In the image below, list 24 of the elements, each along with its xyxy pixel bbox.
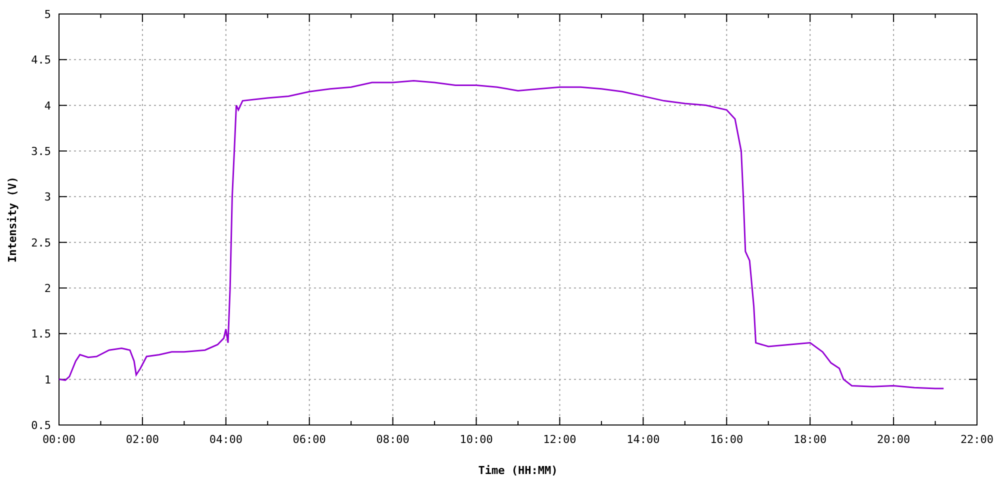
- y-axis-title: Intensity (V): [6, 176, 19, 263]
- x-tick-label: 12:00: [543, 433, 576, 446]
- x-tick-label: 06:00: [292, 433, 326, 446]
- y-tick-label: 5: [44, 8, 51, 21]
- x-tick-label: 16:00: [710, 433, 744, 446]
- x-tick-label: 22:00: [960, 433, 994, 446]
- x-tick-label: 02:00: [126, 433, 160, 446]
- x-tick-label: 00:00: [42, 433, 76, 446]
- y-tick-label: 3: [44, 190, 51, 204]
- y-tick-label: 2.5: [31, 236, 51, 250]
- x-tick-label: 08:00: [376, 433, 410, 446]
- x-tick-label: 04:00: [209, 433, 242, 446]
- y-tick-label: 3.5: [31, 145, 51, 158]
- y-tick-label: 4.5: [31, 54, 51, 67]
- x-tick-label: 20:00: [876, 433, 910, 446]
- y-tick-label: 2: [44, 282, 51, 295]
- x-tick-label: 18:00: [794, 433, 827, 446]
- y-tick-label: 1.5: [31, 328, 51, 341]
- y-tick-label: 0.5: [31, 419, 51, 432]
- y-tick-label: 4: [44, 99, 51, 112]
- y-tick-label: 1: [44, 373, 51, 386]
- x-tick-label: 14:00: [626, 433, 660, 446]
- x-axis-title: Time (HH:MM): [478, 464, 558, 477]
- x-tick-label: 10:00: [460, 433, 493, 446]
